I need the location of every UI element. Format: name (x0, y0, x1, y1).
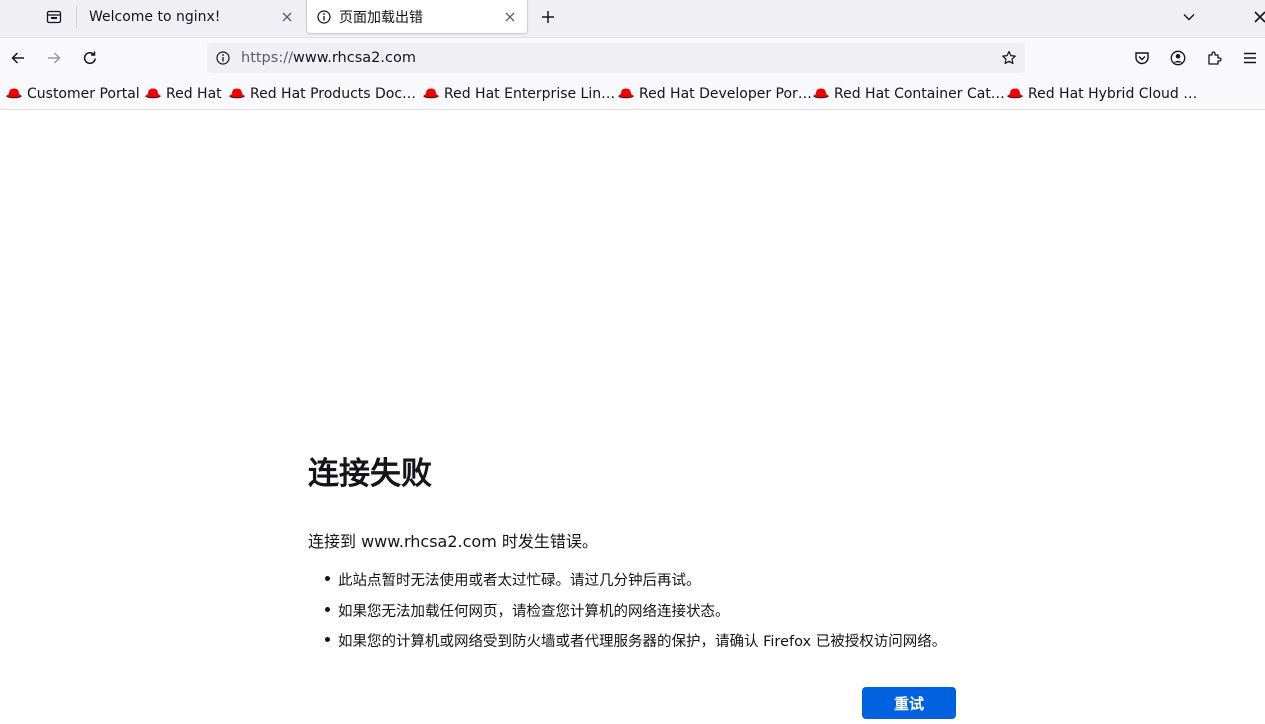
bookmark-red-hat-developer-portal[interactable]: Red Hat Developer Por… (617, 84, 812, 104)
arrow-right-icon (48, 52, 61, 64)
bookmark-red-hat-hybrid-cloud[interactable]: Red Hat Hybrid Cloud … (1006, 84, 1197, 104)
reload-button[interactable] (76, 44, 104, 72)
url-text[interactable]: https://www.rhcsa2.com (241, 50, 997, 66)
close-icon (505, 12, 515, 21)
tab-close-button[interactable] (276, 6, 298, 28)
account-button[interactable] (1164, 44, 1192, 72)
firefox-view-icon (46, 10, 62, 23)
menu-button[interactable] (1236, 44, 1264, 72)
url-bar[interactable]: https://www.rhcsa2.com (207, 43, 1025, 73)
account-icon (1170, 50, 1186, 66)
site-info-icon[interactable] (213, 48, 233, 68)
redhat-icon (618, 88, 634, 99)
url-scheme: https:// (241, 50, 293, 66)
bookmark-label: Red Hat Enterprise Lin… (444, 86, 616, 102)
arrow-left-icon (11, 52, 24, 64)
pocket-button[interactable] (1128, 44, 1156, 72)
error-description: 连接到 www.rhcsa2.com 时发生错误。 (308, 532, 598, 551)
error-suggestions: 此站点暂时无法使用或者太过忙碌。请过几分钟后再试。 如果您无法加载任何网页，请检… (322, 569, 946, 661)
tab-title: 页面加载出错 (339, 9, 423, 26)
star-icon (1002, 50, 1016, 65)
redhat-icon (813, 88, 829, 99)
new-tab-button[interactable] (535, 4, 561, 30)
pocket-icon (1135, 52, 1149, 65)
bookmarks-toolbar: Customer Portal Red Hat Red Hat Products… (0, 78, 1265, 110)
tab-title: Welcome to nginx! (89, 8, 221, 25)
bookmark-label: Customer Portal (27, 86, 140, 102)
bookmark-star-button[interactable] (997, 46, 1021, 70)
error-page: 连接失败 连接到 www.rhcsa2.com 时发生错误。 此站点暂时无法使用… (0, 111, 1265, 724)
list-all-tabs-button[interactable] (1176, 4, 1202, 30)
url-host: www.rhcsa2.com (292, 50, 416, 66)
suggestion-item: 如果您无法加载任何网页，请检查您计算机的网络连接状态。 (322, 600, 946, 631)
tab-welcome-nginx[interactable]: Welcome to nginx! (78, 0, 304, 33)
close-icon (1254, 11, 1265, 23)
error-title: 连接失败 (308, 456, 432, 492)
bookmark-customer-portal[interactable]: Customer Portal (5, 84, 140, 104)
info-icon (315, 8, 333, 26)
suggestion-item: 此站点暂时无法使用或者太过忙碌。请过几分钟后再试。 (322, 569, 946, 600)
bookmark-label: Red Hat Container Cat… (834, 86, 1005, 102)
bookmark-label: Red Hat (166, 86, 222, 102)
extensions-button[interactable] (1200, 44, 1228, 72)
bookmark-label: Red Hat Developer Por… (639, 86, 812, 102)
back-button[interactable] (4, 44, 32, 72)
bookmark-red-hat-container-catalog[interactable]: Red Hat Container Cat… (812, 84, 1005, 104)
reload-icon (83, 51, 96, 65)
tab-close-button[interactable] (499, 6, 521, 28)
bookmark-label: Red Hat Products Doc… (250, 86, 417, 102)
redhat-icon (229, 88, 245, 99)
tab-strip: Welcome to nginx! 页面加载出错 (0, 0, 1265, 38)
navigation-toolbar: https://www.rhcsa2.com (0, 38, 1265, 78)
retry-button[interactable]: 重试 (862, 687, 956, 719)
bookmark-red-hat[interactable]: Red Hat (144, 84, 222, 104)
window-close-button[interactable] (1250, 4, 1265, 30)
bookmark-label: Red Hat Hybrid Cloud … (1028, 86, 1198, 102)
forward-button[interactable] (40, 44, 68, 72)
bookmark-red-hat-products-docs[interactable]: Red Hat Products Doc… (228, 84, 416, 104)
redhat-icon (423, 88, 439, 99)
redhat-icon (145, 88, 161, 99)
puzzle-icon (1208, 51, 1222, 65)
hamburger-menu-icon (1244, 52, 1256, 64)
redhat-icon (1007, 88, 1023, 99)
plus-icon (542, 11, 554, 23)
close-icon (282, 12, 292, 21)
suggestion-item: 如果您的计算机或网络受到防火墙或者代理服务器的保护，请确认 Firefox 已被… (322, 630, 946, 661)
chevron-down-icon (1183, 14, 1195, 21)
tab-page-load-error[interactable]: 页面加载出错 (306, 0, 528, 34)
bookmark-red-hat-enterprise-linux[interactable]: Red Hat Enterprise Lin… (422, 84, 615, 104)
redhat-icon (6, 88, 22, 99)
tab-separator (76, 6, 77, 28)
firefox-view-button[interactable] (32, 0, 76, 33)
